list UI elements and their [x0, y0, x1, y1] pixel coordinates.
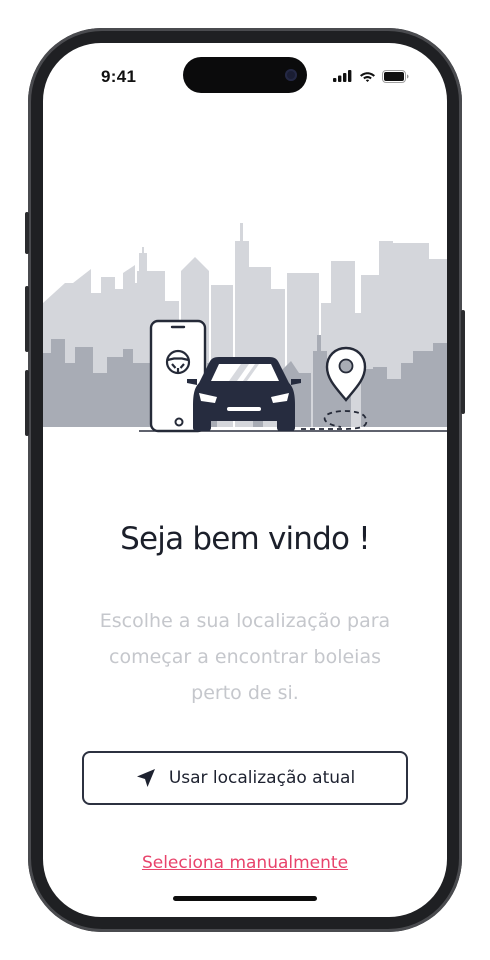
home-indicator[interactable]: [173, 896, 317, 901]
welcome-title: Seja bem vindo !: [120, 521, 371, 557]
select-manually-link[interactable]: Seleciona manualmente: [43, 853, 447, 873]
use-current-location-label: Usar localização atual: [168, 768, 356, 788]
volume-up-button: [25, 286, 29, 352]
use-current-location-button[interactable]: Usar localização atual: [82, 751, 408, 805]
welcome-subtitle: Escolhe a sua localização para começar a…: [99, 610, 391, 704]
volume-down-button: [25, 370, 29, 436]
dynamic-island: [183, 57, 307, 93]
power-button: [461, 310, 465, 414]
wifi-icon: [360, 71, 375, 82]
battery-icon: [382, 69, 409, 83]
status-time: 9:41: [101, 67, 137, 86]
signal-icon: [333, 70, 352, 82]
front-camera: [285, 69, 297, 81]
city-car-illustration: [43, 223, 447, 443]
location-arrow-icon: [136, 769, 155, 787]
status-icons: [333, 67, 409, 85]
ground: [43, 427, 447, 443]
action-button: [25, 212, 29, 254]
app-screen: 9:41 Seja bem vindo ! Escolhe a sua loca…: [43, 43, 447, 917]
